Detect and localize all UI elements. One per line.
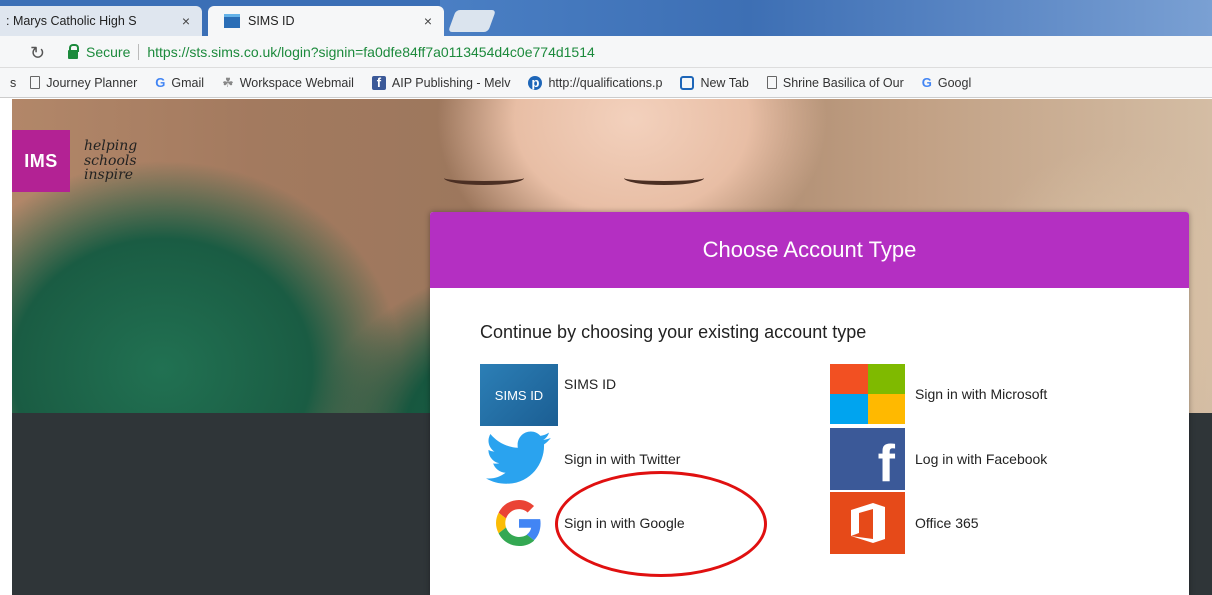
microsoft-option[interactable]: Sign in with Microsoft bbox=[830, 364, 1047, 424]
google-g-icon bbox=[496, 500, 541, 546]
facebook-icon: f bbox=[830, 428, 905, 490]
bookmark-label: http://qualifications.p bbox=[548, 75, 663, 90]
pearson-icon: p bbox=[528, 75, 543, 90]
bookmark-workspace-webmail[interactable]: ☘ Workspace Webmail bbox=[222, 75, 354, 91]
office365-icon bbox=[830, 492, 905, 554]
google-icon: G bbox=[155, 75, 166, 90]
bookmark-qualifications[interactable]: p http://qualifications.p bbox=[528, 75, 663, 90]
sims-favicon-icon bbox=[224, 14, 240, 28]
bookmark-label: AIP Publishing - Melv bbox=[391, 75, 511, 90]
tab-label: SIMS ID bbox=[248, 14, 295, 28]
webmail-icon: ☘ bbox=[222, 74, 234, 90]
tab-bar: : Marys Catholic High S × SIMS ID × bbox=[0, 0, 1212, 36]
tab-marys-catholic[interactable]: : Marys Catholic High S × bbox=[0, 6, 202, 36]
bookmark-apps[interactable]: s bbox=[10, 76, 16, 90]
newtab-icon bbox=[680, 75, 695, 90]
option-label: Office 365 bbox=[915, 515, 979, 531]
twitter-bird-icon bbox=[486, 431, 551, 484]
bookmark-new-tab[interactable]: New Tab bbox=[680, 75, 749, 90]
bookmark-label: New Tab bbox=[700, 75, 749, 90]
bookmark-label: s bbox=[10, 75, 17, 90]
dialog-subtitle: Continue by choosing your existing accou… bbox=[480, 322, 867, 342]
address-bar: ↻ Secure https://sts.sims.co.uk/login?si… bbox=[0, 36, 1212, 68]
tab-bar-background bbox=[440, 0, 1212, 36]
sims-id-icon: SIMS ID bbox=[480, 364, 558, 426]
bookmark-journey-planner[interactable]: Journey Planner bbox=[30, 76, 137, 90]
bookmark-aip-publishing[interactable]: f AIP Publishing - Melv bbox=[371, 75, 511, 90]
google-icon: G bbox=[921, 75, 932, 90]
bookmarks-bar: s Journey Planner G Gmail ☘ Workspace We… bbox=[0, 68, 1212, 98]
hero-detail bbox=[624, 171, 704, 185]
bookmark-label: Journey Planner bbox=[46, 75, 138, 90]
tab-label: : Marys Catholic High S bbox=[6, 14, 137, 28]
url-text[interactable]: https://sts.sims.co.uk/login?signin=fa0d… bbox=[147, 44, 594, 60]
secure-label: Secure bbox=[86, 44, 131, 60]
sims-logo-mark: IMS bbox=[12, 130, 70, 192]
lock-icon bbox=[68, 43, 79, 59]
facebook-icon: f bbox=[371, 75, 386, 90]
bookmark-gmail[interactable]: G Gmail bbox=[155, 75, 204, 90]
tagline-line: schools bbox=[84, 152, 137, 169]
close-icon[interactable]: × bbox=[424, 13, 432, 29]
annotation-circle bbox=[555, 471, 767, 577]
sims-tagline: helping schools inspire bbox=[84, 139, 137, 183]
office-logo-icon bbox=[850, 503, 885, 543]
new-tab-button[interactable] bbox=[447, 10, 497, 32]
option-label: Log in with Facebook bbox=[915, 451, 1048, 467]
dialog-title: Choose Account Type bbox=[430, 212, 1189, 288]
option-label: Sign in with Twitter bbox=[564, 451, 681, 467]
hero-detail bbox=[444, 171, 524, 185]
option-label: Sign in with Microsoft bbox=[915, 386, 1048, 402]
twitter-icon bbox=[480, 428, 558, 490]
google-icon bbox=[480, 492, 558, 554]
bookmark-shrine-basilica[interactable]: Shrine Basilica of Our bbox=[766, 75, 904, 90]
option-label: SIMS ID bbox=[564, 376, 617, 392]
tab-sims-id[interactable]: SIMS ID × bbox=[208, 6, 444, 36]
bookmark-label: Gmail bbox=[171, 75, 205, 90]
page-icon bbox=[766, 76, 777, 89]
tagline-line: helping bbox=[84, 137, 138, 154]
close-icon[interactable]: × bbox=[182, 13, 190, 29]
divider bbox=[138, 44, 140, 60]
facebook-option[interactable]: f Log in with Facebook bbox=[830, 428, 1047, 490]
bookmark-label: Googl bbox=[937, 75, 972, 90]
microsoft-icon bbox=[830, 364, 905, 424]
url-field[interactable]: Secure https://sts.sims.co.uk/login?sign… bbox=[62, 40, 1202, 64]
office365-option[interactable]: Office 365 bbox=[830, 492, 979, 554]
sims-logo[interactable]: IMS helping schools inspire bbox=[12, 130, 137, 192]
bookmark-google[interactable]: G Googl bbox=[922, 75, 971, 90]
sims-id-tile-text: SIMS ID bbox=[494, 387, 544, 403]
reload-icon[interactable]: ↻ bbox=[30, 43, 45, 64]
tagline-line: inspire bbox=[84, 167, 134, 184]
page-icon bbox=[30, 76, 41, 89]
sims-id-option[interactable]: SIMS ID SIMS ID bbox=[480, 364, 616, 426]
bookmark-label: Workspace Webmail bbox=[239, 75, 354, 90]
account-type-dialog: Choose Account Type Continue by choosing… bbox=[430, 212, 1189, 595]
page-margin bbox=[0, 99, 12, 595]
bookmark-label: Shrine Basilica of Our bbox=[782, 75, 904, 90]
